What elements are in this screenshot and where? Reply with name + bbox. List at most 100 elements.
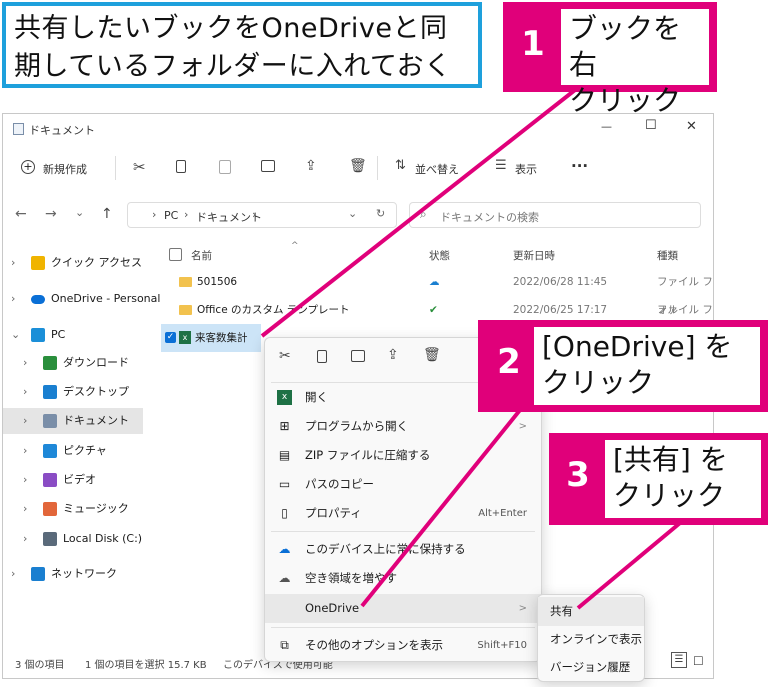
item-count: 3 個の項目 bbox=[15, 660, 65, 671]
column-header: 名前 ^ 状態 更新日時 種類 bbox=[151, 241, 713, 267]
sort-icon: ⇅ bbox=[395, 158, 406, 173]
share-icon[interactable]: ⇪ bbox=[387, 347, 399, 363]
cut-icon[interactable]: ✂ bbox=[279, 348, 291, 364]
intro-line-2: 期しているフォルダーに入れておく bbox=[14, 51, 452, 82]
synced-status-icon: ✔ bbox=[429, 304, 438, 316]
step3-text: [共有] を クリック bbox=[605, 440, 761, 518]
menu-item-zip[interactable]: ▤ ZIP ファイルに圧縮する bbox=[265, 441, 541, 470]
step1-line-1: ブックを右 bbox=[569, 12, 682, 81]
menu-item-properties[interactable]: ▯ プロパティ Alt+Enter bbox=[265, 499, 541, 528]
view-button[interactable]: 表示 bbox=[515, 161, 537, 177]
paste-icon[interactable] bbox=[219, 160, 231, 174]
submenu-item-version-history[interactable]: バージョン履歴 bbox=[538, 653, 644, 682]
menu-item-free-space[interactable]: ☁ 空き領域を増やす bbox=[265, 564, 541, 593]
recent-icon[interactable]: ⌄ bbox=[75, 206, 84, 219]
sidebar-item-label: OneDrive - Personal bbox=[51, 292, 161, 305]
col-name[interactable]: 名前 bbox=[191, 248, 212, 263]
refresh-icon[interactable]: ↻ bbox=[376, 207, 385, 220]
delete-icon[interactable]: 🗑 bbox=[349, 158, 367, 174]
file-name: 来客数集計 bbox=[195, 332, 248, 344]
selection-info: 1 個の項目を選択 15.7 KB bbox=[85, 660, 207, 671]
forward-icon[interactable]: → bbox=[45, 206, 57, 222]
table-row[interactable]: 501506 ☁ 2022/06/28 11:45 ファイル フォル bbox=[163, 268, 713, 316]
submenu-label: 共有 bbox=[550, 604, 573, 618]
menu-label: 開く bbox=[305, 390, 328, 404]
menu-separator bbox=[271, 627, 535, 628]
chevron-icon[interactable]: › bbox=[11, 250, 15, 276]
chevron-icon[interactable]: › bbox=[23, 350, 27, 376]
menu-shortcut: Alt+Enter bbox=[478, 508, 527, 519]
menu-label: 空き領域を増やす bbox=[305, 571, 397, 585]
sidebar-item[interactable]: › ミュージック bbox=[3, 496, 143, 522]
minimize-button[interactable]: — bbox=[601, 120, 612, 133]
sidebar-item[interactable]: › OneDrive - Personal bbox=[3, 286, 160, 312]
chevron-icon[interactable]: › bbox=[23, 467, 27, 493]
chevron-icon[interactable]: › bbox=[11, 561, 15, 587]
menu-label: その他のオプションを表示 bbox=[305, 638, 443, 652]
chevron-icon[interactable]: › bbox=[23, 526, 27, 552]
chevron-icon[interactable]: › bbox=[23, 438, 27, 464]
col-status[interactable]: 状態 bbox=[429, 248, 450, 263]
sidebar-item[interactable]: › ビデオ bbox=[3, 467, 143, 493]
col-type[interactable]: 種類 bbox=[657, 248, 678, 263]
tiles-view-icon[interactable]: ☐ bbox=[693, 654, 704, 668]
excel-icon: x bbox=[277, 390, 292, 405]
chevron-icon[interactable]: › bbox=[11, 286, 15, 312]
search-box[interactable]: ⌕ ドキュメントの検索 bbox=[409, 202, 701, 228]
details-view-icon[interactable]: ☰ bbox=[671, 652, 687, 668]
address-bar[interactable]: › PC › ドキュメント › ⌄ ↻ bbox=[127, 202, 397, 228]
col-date[interactable]: 更新日時 bbox=[513, 248, 555, 263]
star-icon bbox=[31, 256, 45, 270]
new-button[interactable]: 新規作成 bbox=[43, 161, 87, 177]
sort-button[interactable]: 並べ替え bbox=[415, 161, 459, 177]
sidebar-item[interactable]: ⌄ PC bbox=[3, 322, 143, 348]
sidebar-item[interactable]: › デスクトップ bbox=[3, 379, 143, 405]
step3-line-1: [共有] を bbox=[613, 443, 728, 476]
submenu-label: オンラインで表示 bbox=[550, 632, 642, 646]
chevron-icon[interactable]: ⌄ bbox=[11, 322, 20, 348]
menu-item-copy-path[interactable]: ▭ パスのコピー bbox=[265, 470, 541, 499]
submenu-item-view-online[interactable]: オンラインで表示 bbox=[538, 625, 644, 654]
path-pc[interactable]: PC bbox=[164, 209, 178, 222]
chevron-icon[interactable]: › bbox=[23, 496, 27, 522]
chevron-icon[interactable]: › bbox=[23, 379, 27, 405]
submenu-item-share[interactable]: 共有 bbox=[538, 597, 644, 626]
select-all-checkbox[interactable] bbox=[169, 248, 182, 261]
menu-item-onedrive[interactable]: OneDrive > bbox=[265, 594, 541, 623]
sidebar-item[interactable]: › Local Disk (C:) bbox=[3, 526, 143, 552]
sidebar-item-label: ミュージック bbox=[63, 502, 129, 515]
rename-icon[interactable] bbox=[351, 350, 365, 362]
sidebar-item[interactable]: › ドキュメント bbox=[3, 408, 143, 434]
step2-line-1: [OneDrive] を bbox=[542, 330, 733, 363]
sidebar-item[interactable]: › ダウンロード bbox=[3, 350, 143, 376]
copy-icon[interactable] bbox=[317, 350, 327, 363]
more-options-icon: ⧉ bbox=[280, 638, 289, 652]
menu-item-more-options[interactable]: ⧉ その他のオプションを表示 Shift+F10 bbox=[265, 631, 541, 660]
intro-line-1: 共有したいブックをOneDriveと同 bbox=[14, 13, 448, 44]
step3-number: 3 bbox=[566, 455, 590, 495]
maximize-button[interactable]: ☐ bbox=[645, 118, 657, 133]
document-icon bbox=[43, 414, 57, 428]
sidebar-item[interactable]: › ピクチャ bbox=[3, 438, 143, 464]
more-button[interactable]: ··· bbox=[571, 157, 588, 175]
copy-icon[interactable] bbox=[176, 160, 186, 173]
menu-item-keep-on-device[interactable]: ☁ このデバイス上に常に保持する bbox=[265, 535, 541, 564]
file-name: 501506 bbox=[197, 276, 238, 288]
row-checkbox[interactable]: ✓ bbox=[165, 332, 176, 343]
back-icon[interactable]: ← bbox=[15, 206, 27, 222]
menu-item-open-with[interactable]: ⊞ プログラムから開く > bbox=[265, 412, 541, 441]
chevron-icon[interactable]: › bbox=[23, 408, 27, 434]
rename-icon[interactable] bbox=[261, 160, 275, 172]
cut-icon[interactable]: ✂ bbox=[133, 158, 146, 176]
close-button[interactable]: ✕ bbox=[686, 119, 697, 134]
up-icon[interactable]: ↑ bbox=[101, 206, 113, 222]
address-dropdown-icon[interactable]: ⌄ bbox=[348, 207, 357, 220]
step2-callout: 2 [OneDrive] を クリック bbox=[478, 320, 768, 412]
share-icon[interactable]: ⇪ bbox=[305, 158, 317, 174]
cloud-status-icon: ☁ bbox=[429, 276, 440, 288]
table-row-selected[interactable]: ✓ x 来客数集計 bbox=[161, 324, 261, 352]
sidebar-item-label: デスクトップ bbox=[63, 385, 129, 398]
delete-icon[interactable]: 🗑 bbox=[423, 347, 441, 363]
sidebar-item[interactable]: › クイック アクセス bbox=[3, 250, 143, 276]
sidebar-item[interactable]: › ネットワーク bbox=[3, 561, 143, 587]
